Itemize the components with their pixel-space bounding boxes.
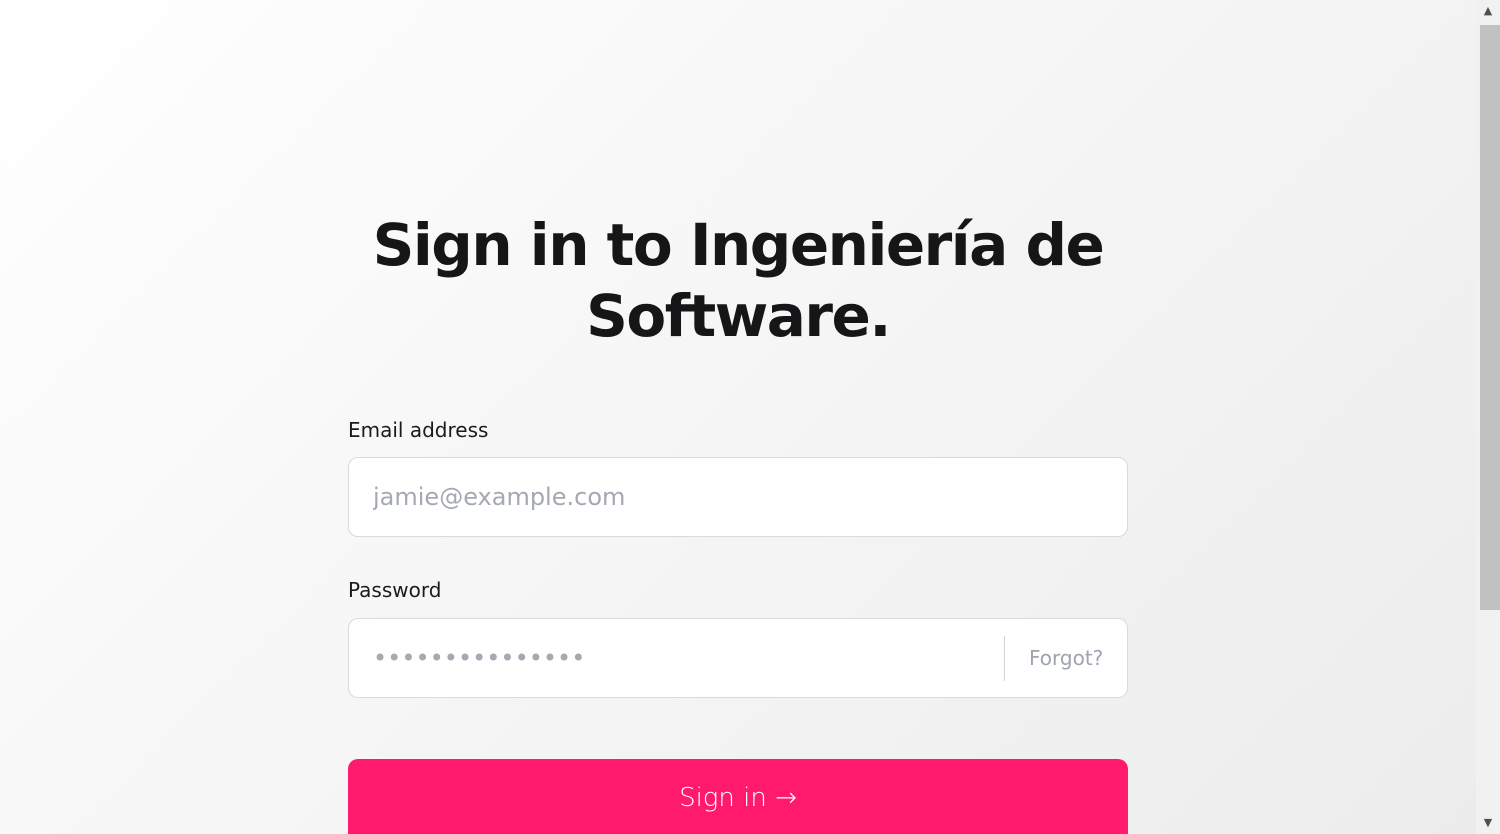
scroll-up-icon[interactable]: ▲ [1476, 0, 1500, 22]
scrollbar-thumb[interactable] [1480, 25, 1500, 610]
email-field[interactable] [348, 457, 1128, 537]
forgot-password-link[interactable]: Forgot? [1029, 619, 1103, 697]
password-field[interactable]: Forgot? [348, 618, 1128, 698]
sign-in-button[interactable]: Sign in → [348, 759, 1128, 834]
email-input[interactable] [373, 458, 1103, 536]
password-label: Password [348, 578, 442, 602]
email-label: Email address [348, 418, 489, 442]
signin-page: Sign in to Ingeniería de Software. Email… [0, 0, 1476, 834]
page-title: Sign in to Ingeniería de Software. [372, 211, 1105, 350]
scroll-down-icon[interactable]: ▼ [1476, 812, 1500, 834]
password-divider [1004, 636, 1005, 681]
password-input[interactable] [373, 619, 983, 697]
vertical-scrollbar[interactable]: ▲ ▼ [1476, 0, 1500, 834]
